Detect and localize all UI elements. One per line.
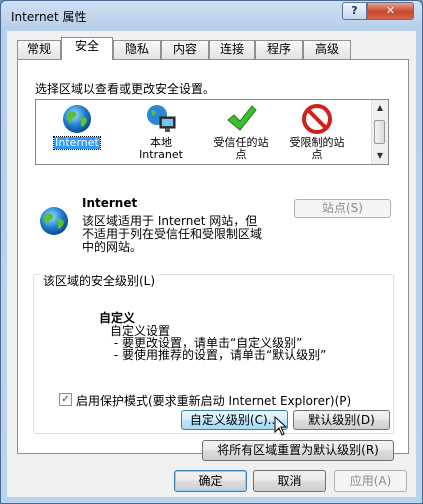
protected-mode-checkbox[interactable]: ✓ [59, 393, 72, 406]
window-title: Internet 属性 [11, 10, 87, 24]
zone-list-scrollbar[interactable]: ▲ ▼ [371, 100, 388, 164]
zone-description-line: 中的网站。 [82, 240, 143, 254]
tab-content[interactable]: 内容 [161, 40, 209, 59]
no-entry-icon [302, 104, 332, 134]
zone-label: 受信任的站 点 [213, 136, 269, 161]
tab-privacy[interactable]: 隐私 [113, 40, 161, 59]
dialog-client: 常规 安全 隐私 内容 连接 程序 高级 选择区域以查看或更改安全设置。 Int… [7, 31, 416, 497]
apply-button[interactable]: 应用(A) [334, 470, 407, 492]
scroll-up-arrow-icon[interactable]: ▲ [372, 100, 388, 116]
title-bar[interactable]: Internet 属性 ? ✕ [1, 1, 422, 31]
default-level-button[interactable]: 默认级别(D) [293, 410, 390, 430]
security-level-label: 该区域的安全级别(L) [40, 272, 159, 289]
zone-trusted-sites[interactable]: 受信任的站 点 [204, 103, 278, 161]
zone-local-intranet[interactable]: 本地 Intranet [124, 103, 198, 161]
security-tab-panel: 选择区域以查看或更改安全设置。 Internet 本地 Intranet 受信任… [17, 59, 409, 461]
reset-all-zones-button[interactable]: 将所有区域重置为默认级别(R) [202, 440, 394, 461]
help-button[interactable]: ? [342, 2, 367, 20]
custom-level-button[interactable]: 自定义级别(C)... [181, 410, 288, 430]
zone-list[interactable]: Internet 本地 Intranet 受信任的站 点 受限制的站 点 ▲ ▼ [35, 99, 389, 165]
globe-icon [40, 207, 68, 235]
zone-internet[interactable]: Internet [40, 103, 114, 150]
close-button[interactable]: ✕ [367, 2, 414, 20]
security-level-detail: - 要使用推荐的设置，请单击“默认级别” [110, 348, 327, 362]
ok-button[interactable]: 确定 [174, 470, 247, 492]
globe-icon [63, 105, 91, 133]
selected-zone-name: Internet [82, 196, 138, 210]
tab-connections[interactable]: 连接 [209, 40, 255, 59]
tab-programs[interactable]: 程序 [255, 40, 303, 59]
zone-prompt: 选择区域以查看或更改安全设置。 [35, 82, 216, 96]
dialog-window: Internet 属性 ? ✕ 常规 安全 隐私 内容 连接 程序 高级 选择区… [0, 0, 423, 504]
zone-restricted-sites[interactable]: 受限制的站 点 [280, 103, 354, 161]
scroll-down-arrow-icon[interactable]: ▼ [372, 148, 388, 164]
cancel-button[interactable]: 取消 [253, 470, 326, 492]
protected-mode-label[interactable]: 启用保护模式(要求重新启动 Internet Explorer)(P) [76, 392, 351, 409]
zone-label: 本地 Intranet [139, 136, 183, 161]
tab-general[interactable]: 常规 [17, 40, 61, 59]
zone-label: 受限制的站 点 [289, 136, 345, 161]
tab-advanced[interactable]: 高级 [303, 40, 351, 59]
sites-button[interactable]: 站点(S) [294, 199, 391, 218]
intranet-icon [147, 105, 176, 132]
checkmark-icon [227, 105, 257, 131]
mouse-pointer-icon [274, 416, 288, 436]
tab-security[interactable]: 安全 [61, 37, 113, 60]
zone-label: Internet [53, 136, 101, 150]
scroll-thumb[interactable] [374, 120, 385, 144]
